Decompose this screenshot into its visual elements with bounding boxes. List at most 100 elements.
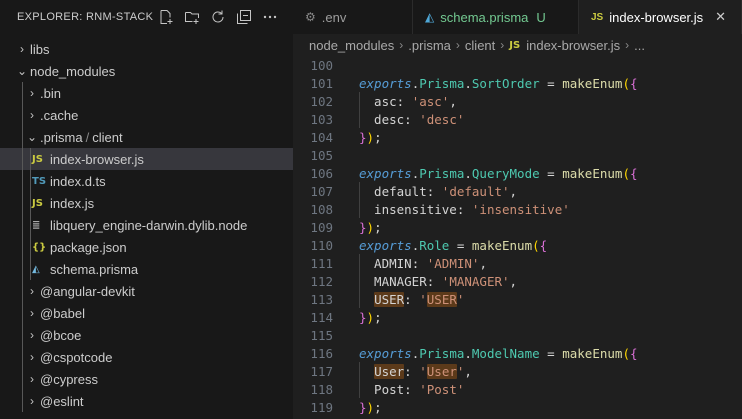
chevron-right-icon[interactable]: › <box>24 284 40 298</box>
chevron-right-icon[interactable]: › <box>24 306 40 320</box>
code-editor[interactable]: 100 101 exports. Prisma. SortOrder = makeEnu… <box>293 56 742 419</box>
code-text: asc: 'asc', <box>359 92 457 110</box>
code-token: = <box>449 237 472 253</box>
tree-item-label: @cspotcode <box>40 349 113 365</box>
code-line[interactable]: 113 USER: ' USER ' <box>293 290 464 308</box>
code-line[interactable]: 101 exports. Prisma. SortOrder = makeEnum({ <box>293 74 637 92</box>
tree-item[interactable]: ⌄ .prisma / client <box>0 126 293 148</box>
tree-item[interactable]: › @babel <box>0 302 293 324</box>
chevron-down-icon[interactable]: ⌄ <box>24 130 40 144</box>
code-token: , <box>464 363 472 379</box>
tab-index-browser-js[interactable]: JS index-browser.js ✕ <box>579 0 742 34</box>
tab-schema-prisma[interactable]: ◭ schema.prisma U <box>413 0 579 34</box>
indent-guide <box>22 214 23 236</box>
chevron-right-icon[interactable]: › <box>24 86 40 100</box>
more-actions-icon[interactable] <box>261 8 279 26</box>
code-line[interactable]: 104}); <box>293 128 381 146</box>
tab-env[interactable]: ⚙ .env <box>293 0 413 34</box>
tab-label: index-browser.js <box>609 9 704 25</box>
code-line[interactable]: 114}); <box>293 308 381 326</box>
code-token: } <box>359 399 367 415</box>
code-token: 'default' <box>441 183 510 199</box>
tab-bar: ⚙ .env ◭ schema.prisma U JS index-browse… <box>293 0 742 34</box>
chevron-down-icon[interactable]: ⌄ <box>14 64 30 78</box>
code-text: ADMIN: 'ADMIN', <box>359 254 487 272</box>
code-line[interactable]: 100 <box>293 56 333 74</box>
indent-guide <box>30 258 31 280</box>
code-line[interactable]: 111 ADMIN: 'ADMIN', <box>293 254 487 272</box>
indent-guide <box>22 192 23 214</box>
code-token: desc <box>359 111 405 127</box>
indent-guide <box>30 148 31 170</box>
code-line[interactable]: 103 desc: 'desc' <box>293 110 464 128</box>
code-line[interactable]: 109}); <box>293 218 381 236</box>
code-token: 'Post' <box>419 381 465 397</box>
breadcrumb-item[interactable]: node_modules <box>309 38 394 53</box>
tree-item[interactable]: › @cypress <box>0 368 293 390</box>
refresh-icon[interactable] <box>209 8 227 26</box>
chevron-right-icon[interactable]: › <box>24 108 40 122</box>
code-text: exports. Prisma. SortOrder = makeEnum({ <box>359 74 638 92</box>
tree-item[interactable]: ≣ libquery_engine-darwin.dylib.node <box>0 214 293 236</box>
code-token: { <box>629 75 638 91</box>
code-line[interactable]: 102 asc: 'asc', <box>293 92 457 110</box>
chevron-right-icon[interactable]: › <box>24 372 40 386</box>
code-line[interactable]: 117 User: ' User ', <box>293 362 472 380</box>
code-token: . <box>411 237 420 253</box>
code-line[interactable]: 119}); <box>293 398 381 416</box>
code-line[interactable]: 107 default: 'default', <box>293 182 517 200</box>
code-line[interactable]: 116 exports. Prisma. ModelName = makeEnum({ <box>293 344 637 362</box>
new-folder-icon[interactable] <box>183 8 201 26</box>
line-number: 105 <box>310 147 333 163</box>
code-line[interactable]: 112 MANAGER: 'MANAGER', <box>293 272 517 290</box>
chevron-right-icon[interactable]: › <box>24 328 40 342</box>
chevron-right-icon[interactable]: › <box>24 350 40 364</box>
tree-item[interactable]: ⌄ node_modules <box>0 60 293 82</box>
code-token: , <box>509 183 518 199</box>
code-token: ModelName <box>471 345 540 361</box>
chevron-right-icon[interactable]: › <box>24 394 40 408</box>
prisma-file-icon: ◭ <box>32 263 40 275</box>
code-token: ' <box>419 363 427 379</box>
code-line[interactable]: 118 Post: 'Post' <box>293 380 464 398</box>
code-token: ) <box>366 309 375 325</box>
new-file-icon[interactable] <box>157 8 175 26</box>
tree-item[interactable]: › @cspotcode <box>0 346 293 368</box>
code-token: ( <box>622 345 630 361</box>
code-line[interactable]: 115 <box>293 326 333 344</box>
indent-guide <box>22 280 23 302</box>
line-number: 119 <box>310 399 333 415</box>
code-line[interactable]: 106 exports. Prisma. QueryMode = makeEnum({ <box>293 164 637 182</box>
untracked-badge: U <box>536 9 546 25</box>
tree-item[interactable]: › @eslint <box>0 390 293 412</box>
js-icon: JS <box>509 39 521 51</box>
collapse-all-icon[interactable] <box>235 8 253 26</box>
tree-item[interactable]: {} package.json <box>0 236 293 258</box>
close-icon[interactable]: ✕ <box>715 9 726 25</box>
code-line[interactable]: 105 <box>293 146 333 164</box>
tree-item[interactable]: › @angular-devkit <box>0 280 293 302</box>
code-line[interactable]: 110 exports. Role = makeEnum({ <box>293 236 547 254</box>
indent-guide <box>359 272 360 290</box>
tree-item[interactable]: TS index.d.ts <box>0 170 293 192</box>
tree-item-label: @angular-devkit <box>40 283 135 299</box>
tree-item[interactable]: › .bin <box>0 82 293 104</box>
code-line[interactable]: 108 insensitive: 'insensitive' <box>293 200 570 218</box>
line-number: 108 <box>310 201 333 217</box>
chevron-right-icon[interactable]: › <box>14 42 30 56</box>
tree-item[interactable]: › .cache <box>0 104 293 126</box>
chevron-right-icon: › <box>625 38 630 52</box>
line-number: 115 <box>310 327 333 343</box>
tree-item[interactable]: › @bcoe <box>0 324 293 346</box>
js-file-icon: JS <box>32 153 43 165</box>
tree-item[interactable]: JS index.js <box>0 192 293 214</box>
tree-item[interactable]: ◭ schema.prisma <box>0 258 293 280</box>
tree-item[interactable]: › libs <box>0 38 293 60</box>
breadcrumb-item[interactable]: index-browser.js <box>526 38 620 53</box>
breadcrumb-item[interactable]: .prisma <box>408 38 451 53</box>
code-token: Prisma <box>419 75 465 91</box>
breadcrumb-item[interactable]: client <box>465 38 495 53</box>
tree-item[interactable]: JS index-browser.js <box>0 148 293 170</box>
breadcrumb-item[interactable]: ... <box>634 38 645 53</box>
line-number: 103 <box>310 111 333 127</box>
